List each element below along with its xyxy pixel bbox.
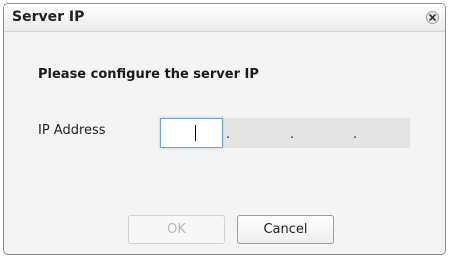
ip-address-label: IP Address — [38, 123, 106, 138]
server-ip-dialog: Server IP Please configure the server IP… — [3, 3, 446, 255]
ip-octet-1-input[interactable] — [160, 118, 223, 148]
ip-octet-2-input[interactable] — [230, 118, 288, 148]
dialog-heading: Please configure the server IP — [38, 67, 259, 82]
text-caret — [195, 125, 196, 141]
cancel-button[interactable]: Cancel — [237, 215, 334, 244]
dialog-title: Server IP — [12, 9, 85, 25]
close-button[interactable] — [426, 11, 439, 24]
ip-address-field: . . . — [160, 118, 410, 148]
close-icon — [429, 14, 436, 21]
ip-octet-4-input[interactable] — [357, 118, 410, 148]
dialog-titlebar: Server IP — [4, 4, 445, 32]
ip-octet-3-input[interactable] — [294, 118, 352, 148]
ok-button[interactable]: OK — [128, 215, 225, 244]
